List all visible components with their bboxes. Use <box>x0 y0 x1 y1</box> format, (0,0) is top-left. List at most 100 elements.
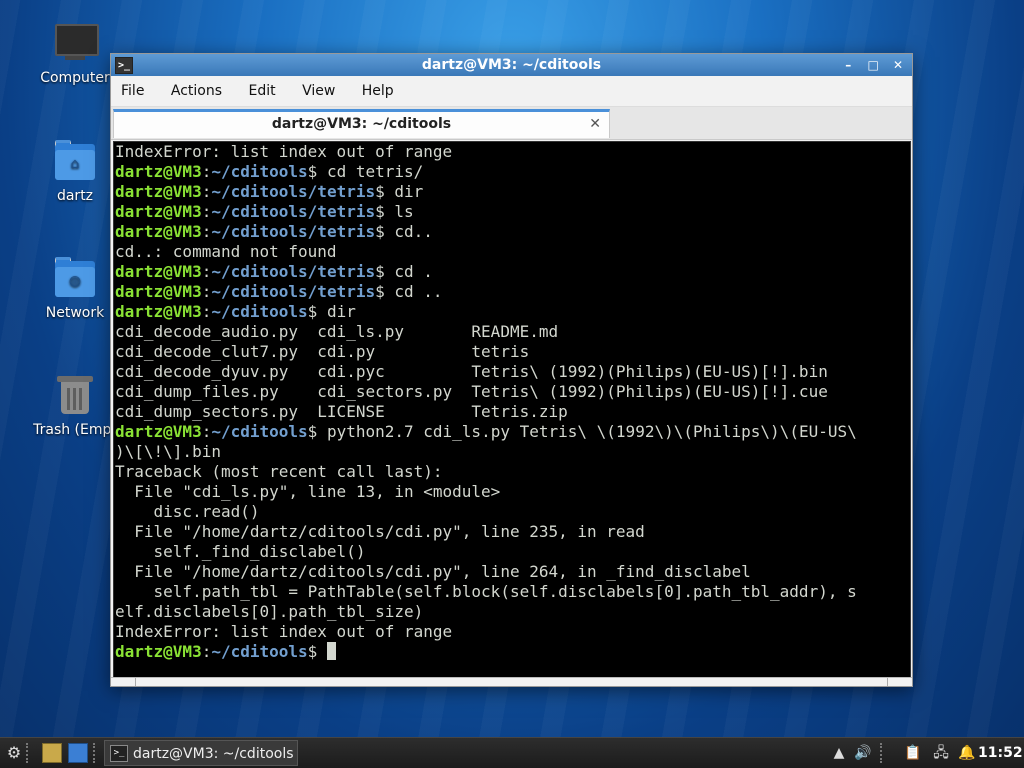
prompt-separator: : <box>201 642 212 661</box>
prompt-user: dartz@VM3 <box>115 182 202 201</box>
prompt-user: dartz@VM3 <box>115 282 202 301</box>
prompt-path: ~/cditools/tetris <box>211 262 376 281</box>
prompt-separator: : <box>201 282 212 301</box>
terminal-output-line: self.path_tbl = PathTable(self.block(sel… <box>115 582 910 602</box>
prompt-user: dartz@VM3 <box>115 162 202 181</box>
menu-bar: File Actions Edit View Help <box>111 76 912 107</box>
terminal-prompt-line: dartz@VM3:~/cditools/tetris$ cd.. <box>115 222 910 242</box>
prompt-command: $ cd .. <box>375 282 443 301</box>
prompt-separator: : <box>201 422 212 441</box>
computer-icon <box>53 22 99 66</box>
file-manager-icon[interactable] <box>42 743 62 763</box>
prompt-path: ~/cditools <box>211 422 308 441</box>
terminal-output-line: IndexError: list index out of range <box>115 622 910 642</box>
prompt-command: $ cd tetris/ <box>307 162 424 181</box>
volume-icon[interactable]: 🔊 <box>854 744 872 762</box>
tab-label: dartz@VM3: ~/cditools <box>271 116 452 132</box>
output-text: self.path_tbl = PathTable(self.block(sel… <box>115 582 857 601</box>
desktop-icon-label: dartz <box>56 188 94 204</box>
prompt-path: ~/cditools/tetris <box>211 282 376 301</box>
notification-icon[interactable]: 🔔 <box>958 744 976 762</box>
maximize-button[interactable]: □ <box>863 54 883 76</box>
trash-icon <box>53 374 97 418</box>
taskbar-task-terminal[interactable]: >_ dartz@VM3: ~/cditools <box>104 740 298 766</box>
prompt-separator: : <box>201 262 212 281</box>
menu-edit[interactable]: Edit <box>248 83 275 99</box>
menu-view[interactable]: View <box>302 83 335 99</box>
prompt-user: dartz@VM3 <box>115 302 202 321</box>
desktop-icon-home[interactable]: ⌂ dartz <box>30 140 120 204</box>
terminal-output-line: disc.read() <box>115 502 910 522</box>
terminal-prompt-line: dartz@VM3:~/cditools/tetris$ ls <box>115 202 910 222</box>
output-text: Traceback (most recent call last): <box>115 462 443 481</box>
terminal-prompt-line: dartz@VM3:~/cditools/tetris$ dir <box>115 182 910 202</box>
terminal-prompt-line: dartz@VM3:~/cditools$ python2.7 cdi_ls.p… <box>115 422 910 442</box>
terminal-output-line: Traceback (most recent call last): <box>115 462 910 482</box>
tab-close-icon[interactable]: ✕ <box>589 112 601 136</box>
output-text: cd..: command not found <box>115 242 337 261</box>
prompt-separator: : <box>201 302 212 321</box>
output-text: cdi_dump_files.py cdi_sectors.py Tetris\… <box>115 382 828 401</box>
prompt-command: $ dir <box>375 182 424 201</box>
menu-file[interactable]: File <box>121 83 144 99</box>
terminal-output-line: )\[\!\].bin <box>115 442 910 462</box>
taskbar: ⚙ >_ dartz@VM3: ~/cditools ▲ 🔊 📋 🖧 🔔 11:… <box>0 737 1024 768</box>
output-text: File "/home/dartz/cditools/cdi.py", line… <box>115 562 751 581</box>
terminal-prompt-line: dartz@VM3:~/cditools/tetris$ cd .. <box>115 282 910 302</box>
show-desktop-icon[interactable] <box>68 743 88 763</box>
prompt-command: $ cd.. <box>375 222 433 241</box>
output-text: elf.disclabels[0].path_tbl_size) <box>115 602 424 621</box>
output-text: IndexError: list index out of range <box>115 142 453 161</box>
prompt-user: dartz@VM3 <box>115 262 202 281</box>
window-bottom-edge[interactable] <box>111 677 912 686</box>
tab-terminal[interactable]: dartz@VM3: ~/cditools ✕ <box>113 109 610 138</box>
taskbar-separator <box>93 743 101 763</box>
terminal-output-line: File "/home/dartz/cditools/cdi.py", line… <box>115 562 910 582</box>
terminal-output-line: cd..: command not found <box>115 242 910 262</box>
prompt-user: dartz@VM3 <box>115 202 202 221</box>
prompt-user: dartz@VM3 <box>115 422 202 441</box>
prompt-user: dartz@VM3 <box>115 222 202 241</box>
taskbar-task-label: dartz@VM3: ~/cditools <box>133 746 294 762</box>
desktop-icon-network[interactable]: ◍ Network <box>30 257 120 321</box>
terminal-output-line: cdi_dump_sectors.py LICENSE Tetris.zip <box>115 402 910 422</box>
desktop-icon-computer[interactable]: Computer <box>30 22 120 86</box>
terminal-output-line: cdi_decode_dyuv.py cdi.pyc Tetris\ (1992… <box>115 362 910 382</box>
terminal-output-line: File "/home/dartz/cditools/cdi.py", line… <box>115 522 910 542</box>
menu-help[interactable]: Help <box>362 83 394 99</box>
desktop-icon-label: Network <box>45 305 105 321</box>
terminal-prompt-line: dartz@VM3:~/cditools/tetris$ cd . <box>115 262 910 282</box>
terminal-output-line: cdi_decode_clut7.py cdi.py tetris <box>115 342 910 362</box>
output-text: cdi_decode_dyuv.py cdi.pyc Tetris\ (1992… <box>115 362 828 381</box>
prompt-separator: : <box>201 162 212 181</box>
taskbar-clock[interactable]: 11:52 <box>978 738 1023 768</box>
window-titlebar[interactable]: >_ dartz@VM3: ~/cditools – □ ✕ <box>111 54 912 76</box>
output-text: self._find_disclabel() <box>115 542 366 561</box>
minimize-button[interactable]: – <box>838 54 858 76</box>
output-text: cdi_dump_sectors.py LICENSE Tetris.zip <box>115 402 568 421</box>
terminal-cursor <box>326 642 336 660</box>
desktop-icon-label: Trash (Empt <box>33 422 117 438</box>
tray-up-icon[interactable]: ▲ <box>830 744 848 762</box>
network-status-icon[interactable]: 🖧 <box>932 744 950 762</box>
terminal-prompt-line: dartz@VM3:~/cditools$ cd tetris/ <box>115 162 910 182</box>
prompt-path: ~/cditools <box>211 642 308 661</box>
desktop-icon-trash[interactable]: Trash (Empt <box>30 374 120 438</box>
terminal-window: >_ dartz@VM3: ~/cditools – □ ✕ File Acti… <box>110 53 913 687</box>
close-button[interactable]: ✕ <box>888 54 908 76</box>
clipboard-icon[interactable]: 📋 <box>904 744 922 762</box>
terminal-output-line: cdi_dump_files.py cdi_sectors.py Tetris\… <box>115 382 910 402</box>
start-menu-icon[interactable]: ⚙ <box>4 743 24 763</box>
terminal-app-icon[interactable]: >_ <box>115 57 133 74</box>
prompt-path: ~/cditools/tetris <box>211 202 376 221</box>
terminal-output-line: elf.disclabels[0].path_tbl_size) <box>115 602 910 622</box>
terminal-output[interactable]: IndexError: list index out of range dartz… <box>113 141 911 678</box>
prompt-command: $ dir <box>307 302 356 321</box>
network-folder-icon: ◍ <box>53 257 97 301</box>
tab-bar: dartz@VM3: ~/cditools ✕ <box>111 107 912 140</box>
taskbar-separator <box>26 743 34 763</box>
terminal-output-line: cdi_decode_audio.py cdi_ls.py README.md <box>115 322 910 342</box>
menu-actions[interactable]: Actions <box>171 83 222 99</box>
prompt-command: $ cd . <box>375 262 433 281</box>
terminal-output-line: IndexError: list index out of range <box>115 142 910 162</box>
